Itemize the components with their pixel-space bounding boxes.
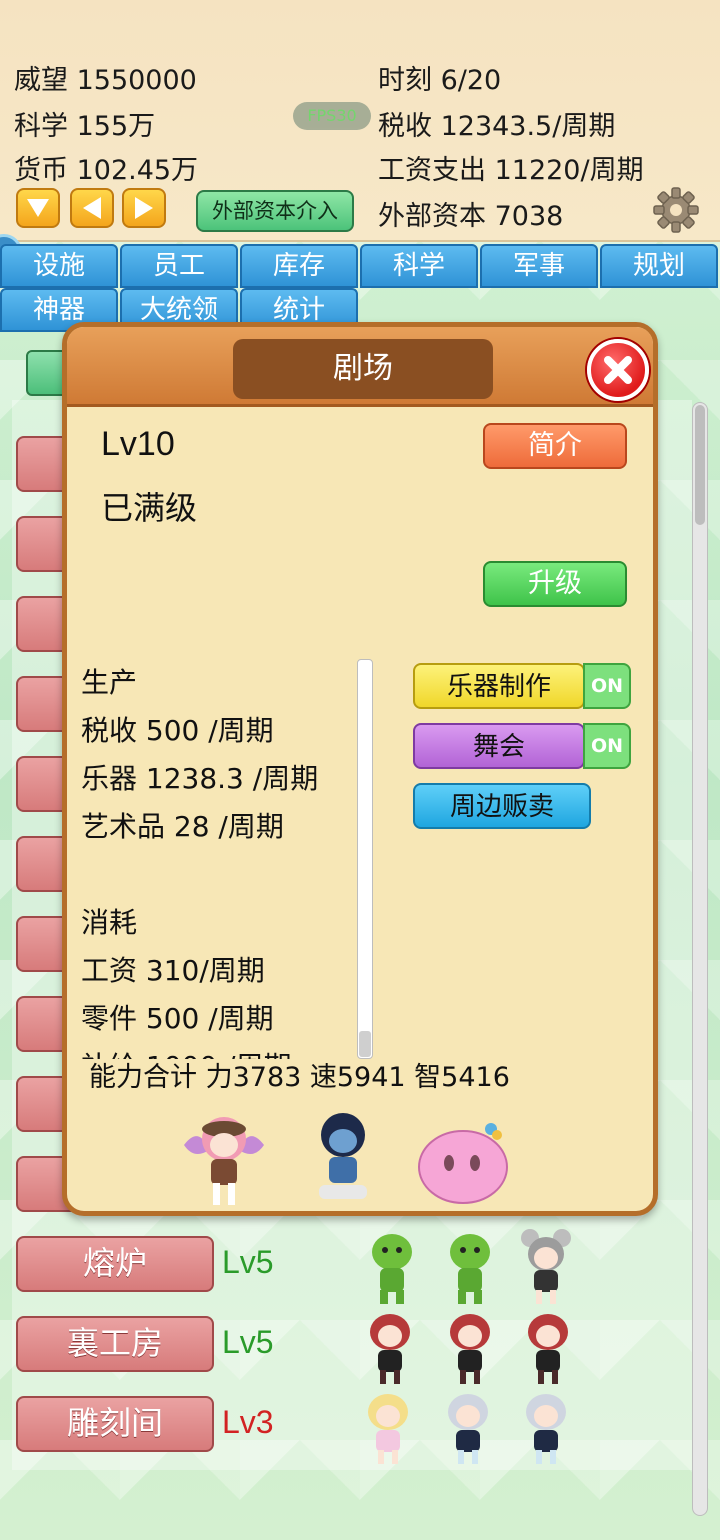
ability-total: 能力合计 力3783 速5941 智5416 bbox=[89, 1062, 510, 1093]
building-button-carving[interactable]: 雕刻间 bbox=[16, 1396, 214, 1452]
merch-sales-button[interactable]: 周边贩卖 bbox=[413, 783, 591, 829]
list-scrollbar[interactable] bbox=[692, 402, 708, 1516]
close-icon bbox=[604, 356, 632, 384]
demon-girl-worker-sprite bbox=[528, 1314, 568, 1384]
external-capital-stat: 外部资本 7038 bbox=[378, 201, 564, 232]
prestige-stat: 威望 1550000 bbox=[14, 65, 197, 96]
building-button-workshop[interactable]: 裏工房 bbox=[16, 1316, 214, 1372]
winged-girl-character bbox=[184, 1117, 264, 1205]
production-item: 税收 500 /周期 bbox=[81, 714, 274, 747]
ball-event-button[interactable]: 舞会 bbox=[413, 723, 585, 769]
silver-girl-worker-sprite bbox=[448, 1394, 488, 1464]
science-stat: 科学 155万 bbox=[14, 111, 156, 142]
ball-event-toggle[interactable]: ON bbox=[583, 723, 631, 769]
pink-slime-character bbox=[418, 1123, 508, 1204]
demon-girl-worker-sprite bbox=[370, 1314, 410, 1384]
building-level-label: Lv10 bbox=[101, 425, 175, 463]
tab-staff[interactable]: 员工 bbox=[120, 244, 238, 288]
external-capital-button[interactable]: 外部资本介入 bbox=[196, 190, 354, 232]
goblin-worker-sprite bbox=[450, 1234, 490, 1304]
max-level-label: 已满级 bbox=[101, 489, 198, 527]
scrollbar-thumb[interactable] bbox=[695, 405, 705, 525]
production-header: 生产 bbox=[81, 666, 138, 699]
consumption-item: 工资 310/周期 bbox=[81, 954, 265, 987]
mouse-girl-worker-sprite bbox=[521, 1229, 571, 1304]
building-level: Lv3 bbox=[222, 1404, 274, 1440]
production-scrollbar[interactable] bbox=[357, 659, 373, 1059]
tab-planning[interactable]: 规划 bbox=[600, 244, 718, 288]
demon-girl-worker-sprite bbox=[450, 1314, 490, 1384]
building-detail-dialog: 剧场 Lv10 已满级 简介 升级 生产 税收 500 /周期 乐器 1238.… bbox=[62, 322, 658, 1216]
tax-stat: 税收 12343.5/周期 bbox=[378, 111, 616, 142]
tab-facilities[interactable]: 设施 bbox=[0, 244, 118, 288]
upgrade-button[interactable]: 升级 bbox=[483, 561, 627, 607]
tab-science[interactable]: 科学 bbox=[360, 244, 478, 288]
currency-stat: 货币 102.45万 bbox=[14, 155, 199, 186]
left-arrow-icon bbox=[83, 197, 101, 219]
production-item: 艺术品 28 /周期 bbox=[81, 810, 284, 843]
building-level: Lv5 bbox=[222, 1324, 274, 1360]
wage-stat: 工资支出 11220/周期 bbox=[378, 155, 644, 186]
fairy-girl-worker-sprite bbox=[368, 1394, 408, 1464]
zombie-girl-character bbox=[319, 1113, 367, 1199]
instrument-making-toggle[interactable]: ON bbox=[583, 663, 631, 709]
intro-button[interactable]: 简介 bbox=[483, 423, 627, 469]
consumption-item: 零件 500 /周期 bbox=[81, 1002, 274, 1035]
down-arrow-icon bbox=[27, 199, 49, 217]
production-list: 生产 税收 500 /周期 乐器 1238.3 /周期 艺术品 28 /周期 消… bbox=[81, 659, 377, 1059]
consumption-header: 消耗 bbox=[81, 906, 138, 939]
building-level: Lv5 bbox=[222, 1244, 274, 1280]
right-arrow-button[interactable] bbox=[122, 188, 166, 228]
scrollbar-thumb[interactable] bbox=[359, 1031, 371, 1057]
right-arrow-icon bbox=[135, 197, 153, 219]
gear-icon[interactable] bbox=[652, 186, 700, 234]
close-button[interactable] bbox=[587, 339, 649, 401]
silver-girl-worker-sprite bbox=[526, 1394, 566, 1464]
tab-military[interactable]: 军事 bbox=[480, 244, 598, 288]
dialog-title: 剧场 bbox=[233, 339, 493, 399]
tab-inventory[interactable]: 库存 bbox=[240, 244, 358, 288]
production-item: 乐器 1238.3 /周期 bbox=[81, 762, 319, 795]
fps-badge: FPS30 bbox=[293, 102, 371, 130]
status-panel: 威望 1550000 科学 155万 货币 102.45万 时刻 6/20 税收… bbox=[0, 0, 720, 242]
time-stat: 时刻 6/20 bbox=[378, 65, 502, 96]
left-arrow-button[interactable] bbox=[70, 188, 114, 228]
goblin-worker-sprite bbox=[372, 1234, 412, 1304]
down-arrow-button[interactable] bbox=[16, 188, 60, 228]
building-button-furnace[interactable]: 熔炉 bbox=[16, 1236, 214, 1292]
instrument-making-button[interactable]: 乐器制作 bbox=[413, 663, 585, 709]
dialog-header: 剧场 bbox=[67, 327, 653, 407]
